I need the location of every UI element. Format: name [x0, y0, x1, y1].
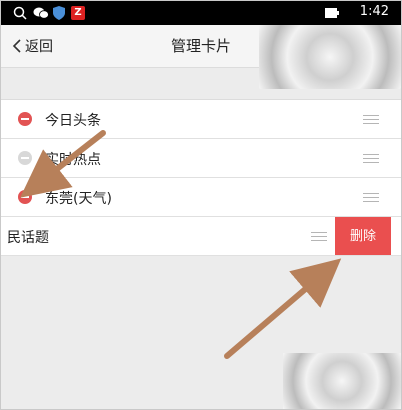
search-icon [13, 6, 27, 20]
battery-icon [325, 8, 339, 18]
list-item[interactable]: 东莞(天气) [1, 178, 401, 217]
drag-handle-icon[interactable] [363, 154, 379, 163]
watermark-overlay [259, 25, 401, 89]
list-item-label: 东莞(天气) [45, 191, 112, 207]
arrow-to-delete-button [224, 258, 342, 359]
drag-handle-icon[interactable] [363, 115, 379, 124]
delete-button[interactable]: 删除 [335, 217, 391, 255]
phone-screen: Z 1:42 返回 管理卡片 今日头条 实时热点 东莞(天气) 民话题 删除 [0, 0, 402, 410]
app-icon: Z [71, 6, 85, 20]
drag-handle-icon[interactable] [363, 193, 379, 202]
remove-icon[interactable] [18, 190, 32, 204]
remove-icon [18, 151, 32, 165]
shield-icon [53, 6, 65, 20]
list-item[interactable]: 实时热点 [1, 139, 401, 178]
drag-handle-icon[interactable] [311, 232, 327, 241]
remove-icon[interactable] [18, 112, 32, 126]
list-item-label: 实时热点 [45, 152, 101, 168]
list-item-label: 民话题 [7, 230, 49, 246]
card-list: 今日头条 实时热点 东莞(天气) 民话题 删除 [1, 99, 401, 256]
watermark-overlay [283, 353, 401, 409]
list-item[interactable]: 民话题 删除 [1, 217, 401, 256]
status-bar: Z 1:42 [1, 1, 401, 25]
status-time: 1:42 [359, 4, 389, 19]
list-item-label: 今日头条 [45, 113, 101, 129]
chat-icon [33, 7, 49, 19]
list-item[interactable]: 今日头条 [1, 100, 401, 139]
